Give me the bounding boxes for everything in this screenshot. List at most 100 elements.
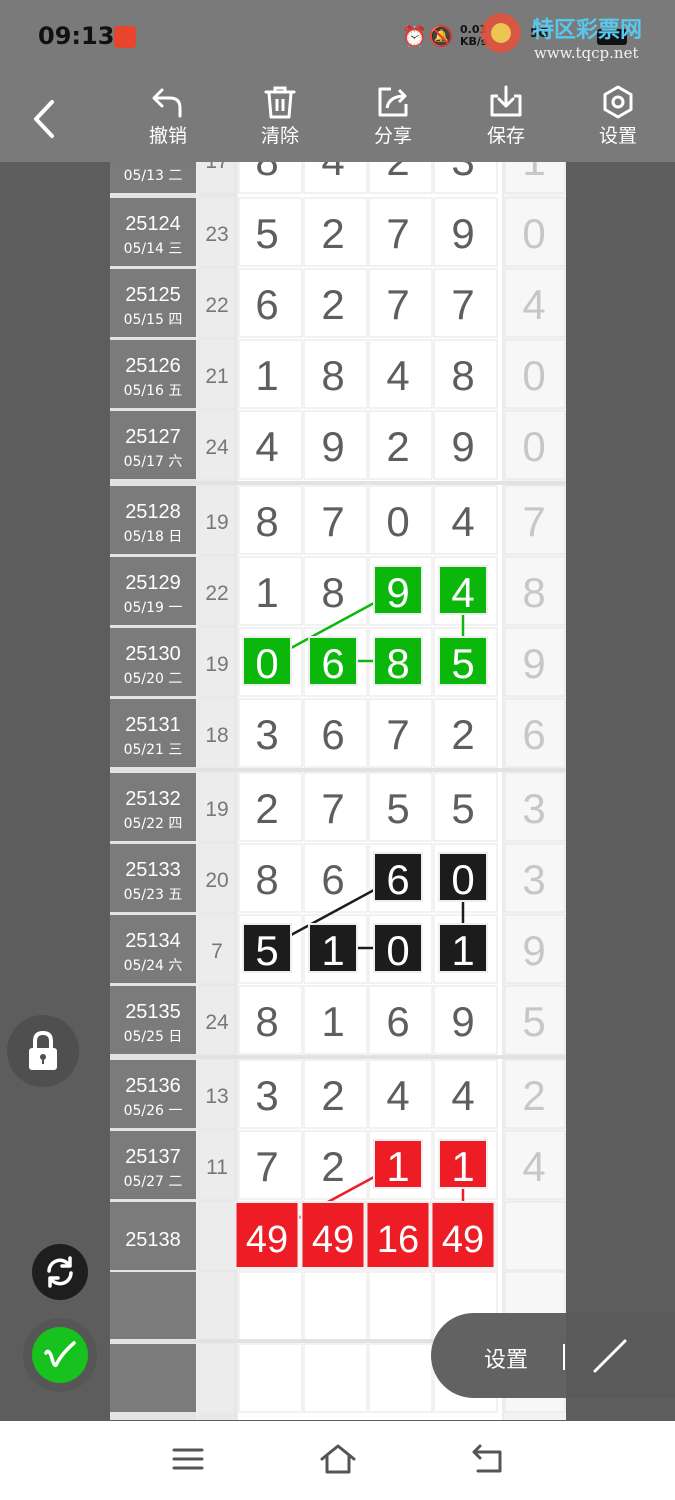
span-value: 0 (522, 423, 545, 470)
digit-value: 2 (386, 423, 409, 470)
sum-cell (200, 1344, 234, 1412)
digit-value: 6 (386, 998, 409, 1045)
digit-value: 4 (255, 423, 278, 470)
digit-value: 6 (321, 856, 344, 903)
digit-value: 0 (386, 498, 409, 545)
digit-value: 2 (321, 210, 344, 257)
digit-cell (368, 1271, 433, 1341)
group-separator (110, 768, 566, 772)
digit-value: 1 (451, 1143, 474, 1190)
period-number: 25129 (125, 572, 181, 594)
undo-button[interactable]: 撤销 (128, 82, 208, 160)
toolbar: 撤销 清除 分享 保存 设置 (0, 80, 675, 162)
pill-settings-label[interactable]: 设置 (484, 1342, 528, 1374)
sync-icon (47, 1256, 73, 1288)
back-icon[interactable] (470, 1441, 506, 1477)
undo-label: 撤销 (148, 125, 187, 147)
digit-value: 5 (255, 210, 278, 257)
digit-value: 49 (312, 1219, 354, 1261)
period-cell (110, 1344, 196, 1412)
digit-value: 5 (451, 785, 474, 832)
digit-value: 2 (255, 785, 278, 832)
settings-pill[interactable] (431, 1313, 675, 1398)
clear-button[interactable]: 清除 (240, 82, 320, 160)
span-value: 0 (522, 210, 545, 257)
digit-value: 9 (321, 423, 344, 470)
trend-chart-canvas[interactable]: 2512305/13 二17842312512405/14 三235279025… (110, 162, 566, 1420)
settings-label: 设置 (598, 125, 637, 147)
digit-value: 3 (255, 711, 278, 758)
digit-value: 5 (255, 927, 278, 974)
sum-value: 19 (205, 511, 228, 534)
digit-cell (303, 1271, 368, 1341)
trend-chart-board[interactable]: 2512305/13 二17842312512405/14 三235279025… (110, 162, 566, 1420)
digit-value: 0 (255, 640, 278, 687)
digit-value: 2 (321, 1072, 344, 1119)
sum-value: 19 (205, 653, 228, 676)
digit-cell (303, 1343, 368, 1413)
span-value: 0 (522, 352, 545, 399)
sum-value: 18 (205, 724, 228, 747)
span-value: 8 (522, 569, 545, 616)
pen-button[interactable] (32, 1327, 88, 1383)
period-number: 25132 (125, 788, 181, 810)
status-time: 09:13 (38, 22, 115, 50)
period-number: 25127 (125, 426, 181, 448)
watermark-title: 特区彩票网 (532, 18, 643, 43)
period-number: 25135 (125, 1001, 181, 1023)
download-icon (490, 85, 522, 117)
digit-value: 1 (255, 569, 278, 616)
digit-value: 9 (386, 569, 409, 616)
status-bar: 09:13 ⏰🔕 0.01 KB/s 5G 特区彩票网 www.tqcp.net (0, 0, 675, 80)
sum-value: 7 (211, 940, 223, 963)
digit-value: 8 (451, 352, 474, 399)
period-date: 05/25 日 (124, 1029, 183, 1045)
digit-value: 4 (386, 352, 409, 399)
lock-button[interactable] (7, 1015, 79, 1087)
sum-value: 22 (205, 294, 228, 317)
period-number: 25136 (125, 1075, 181, 1097)
digit-value: 1 (321, 927, 344, 974)
span-value: 7 (522, 498, 545, 545)
digit-value: 7 (321, 498, 344, 545)
sum-value: 23 (205, 223, 228, 246)
digit-value: 6 (321, 711, 344, 758)
digit-value: 8 (321, 352, 344, 399)
sync-button[interactable] (32, 1244, 88, 1300)
period-number: 25125 (125, 284, 181, 306)
pill-divider (563, 1344, 565, 1370)
line-tool-icon[interactable] (590, 1336, 630, 1376)
digit-value: 7 (451, 281, 474, 328)
lock-icon (29, 1030, 57, 1070)
clear-label: 清除 (260, 125, 299, 147)
settings-button[interactable]: 设置 (578, 82, 658, 160)
sum-value: 22 (205, 582, 228, 605)
span-value: 9 (522, 640, 545, 687)
digit-value: 4 (321, 162, 344, 184)
digit-value: 0 (451, 856, 474, 903)
digit-value: 49 (442, 1219, 484, 1261)
digit-value: 7 (386, 711, 409, 758)
share-icon (378, 87, 408, 117)
group-separator (110, 1055, 566, 1059)
span-value: 2 (522, 1072, 545, 1119)
digit-value: 6 (386, 856, 409, 903)
share-button[interactable]: 分享 (353, 82, 433, 160)
save-button[interactable]: 保存 (466, 82, 546, 160)
sum-value: 17 (205, 162, 228, 173)
period-number: 25124 (125, 213, 181, 235)
digit-value: 2 (386, 162, 409, 184)
trash-icon (264, 86, 296, 119)
sum-value: 19 (205, 798, 228, 821)
digit-value: 7 (386, 281, 409, 328)
span-value: 6 (522, 711, 545, 758)
share-label: 分享 (373, 125, 412, 147)
menu-icon[interactable] (170, 1441, 206, 1477)
digit-value: 16 (377, 1219, 419, 1261)
period-date: 05/24 六 (124, 958, 183, 974)
home-icon[interactable] (318, 1441, 358, 1477)
digit-value: 8 (255, 162, 278, 184)
back-button[interactable] (20, 94, 70, 144)
span-value: 9 (522, 927, 545, 974)
app-notification-icon (114, 26, 136, 48)
